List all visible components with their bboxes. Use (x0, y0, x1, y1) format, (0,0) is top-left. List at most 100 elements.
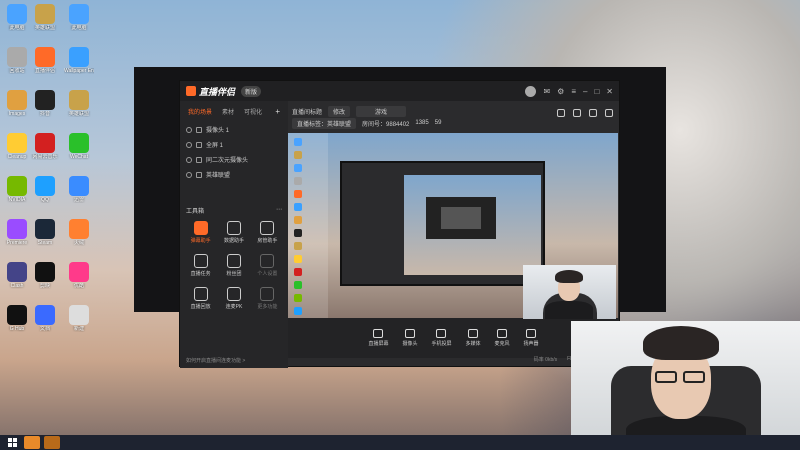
scene-item[interactable]: 同二次元摄像头 (180, 152, 288, 167)
desktop-icon[interactable]: 直播伴侣 (30, 47, 60, 74)
live-tag[interactable]: 直播标签：英雄联盟 (292, 117, 357, 129)
gift-icon[interactable] (557, 109, 565, 117)
like-count: 59 (434, 120, 442, 126)
preview-icon (294, 307, 302, 315)
desktop-icon[interactable]: Premiere (2, 219, 32, 246)
tool-label: 连麦PK (225, 304, 243, 310)
desktop-icon-label: Steam (37, 240, 53, 246)
tab-material[interactable]: 素材 (222, 107, 234, 116)
desktop-icon[interactable]: Steam (30, 219, 60, 246)
eye-icon[interactable] (186, 156, 192, 163)
more-icon[interactable]: ⋯ (276, 206, 282, 215)
settings-icon[interactable]: ⚙ (557, 87, 564, 96)
share-icon[interactable] (605, 109, 613, 117)
source-button[interactable]: 手机投屏 (431, 329, 452, 347)
desktop-icon[interactable]: 火绒 (64, 219, 94, 246)
desktop-icon[interactable]: 剪映 (30, 262, 60, 289)
maximize-icon[interactable]: □ (594, 87, 599, 96)
shop-icon[interactable] (589, 109, 597, 117)
lock-icon[interactable] (196, 126, 202, 133)
desktop-icon-label: 迅雷 (73, 197, 84, 203)
source-button[interactable]: 麦克风 (495, 329, 510, 347)
tool-item[interactable]: 更多功能 (251, 287, 284, 310)
menu-icon[interactable]: ≡ (571, 87, 576, 96)
eye-icon[interactable] (186, 171, 192, 178)
taskbar (0, 435, 800, 450)
desktop-icon[interactable]: Cleanup (2, 133, 32, 160)
desktop-icon[interactable]: Wallpaper Engine (64, 47, 94, 74)
source-button[interactable]: 多媒体 (466, 329, 481, 347)
scene-item[interactable]: 摄像头 1 (180, 122, 288, 137)
app-icon (35, 219, 55, 239)
desktop-icon-label: 文档 (39, 326, 50, 332)
eye-icon[interactable] (186, 141, 192, 148)
tool-item[interactable]: 房管助手 (251, 221, 284, 244)
room-title-label: 直播间标题 (292, 109, 323, 116)
desktop-icon[interactable]: 新建 (64, 305, 94, 332)
desktop-icon[interactable]: G Hub (2, 305, 32, 332)
room-category[interactable]: 游戏 (356, 105, 407, 117)
desktop-icon-label: 剪映 (39, 283, 50, 289)
add-icon[interactable]: + (275, 107, 280, 116)
tool-item[interactable]: 粉丝团 (217, 254, 250, 277)
desktop-icon[interactable]: QQ (30, 176, 60, 203)
taskbar-app-live-companion[interactable] (24, 436, 40, 449)
tool-icon (193, 221, 208, 235)
tool-item[interactable]: 连麦PK (217, 287, 250, 310)
app-icon (69, 133, 89, 153)
source-button[interactable]: 摄像头 (402, 329, 417, 347)
eye-icon[interactable] (186, 126, 192, 133)
tab-visual[interactable]: 可视化 (244, 107, 262, 116)
lock-icon[interactable] (573, 109, 581, 117)
room-title-edit-button[interactable]: 修改 (328, 105, 351, 117)
avatar[interactable] (525, 85, 537, 97)
close-icon[interactable]: ✕ (606, 87, 613, 96)
desktop-icon[interactable]: Images (2, 90, 32, 117)
desktop-icon[interactable]: 此电脑 (2, 4, 32, 31)
tab-scenes[interactable]: 我的场景 (188, 107, 212, 116)
footer-tip[interactable]: 如何开启直播间连麦功能 > (186, 357, 245, 364)
desktop-icon[interactable]: 文档 (30, 305, 60, 332)
tool-item[interactable]: 直播回放 (184, 287, 217, 310)
tool-item[interactable]: 个人设置 (251, 254, 284, 277)
stat-item: 码率 0kb/s (533, 357, 558, 363)
title-bar: 直播伴侣 新版 ✉ ⚙ ≡ – □ ✕ (180, 81, 619, 101)
app-icon (7, 219, 27, 239)
desktop-icon[interactable]: 抖音 (30, 90, 60, 117)
lock-icon[interactable] (196, 156, 202, 163)
scene-item[interactable]: 全屏 1 (180, 137, 288, 152)
top-bar: 直播间标题 修改 游戏 直播标签：英雄联盟 房间号：9884402 1385 5… (288, 101, 619, 133)
tool-item[interactable]: 直播任务 (184, 254, 217, 277)
stats-bar: 码率 0kb/sFPS 25CPU 5% (288, 356, 619, 366)
desktop-icon[interactable]: Clash (2, 262, 32, 289)
tools-title: 工具箱 (186, 209, 205, 215)
tool-label: 粉丝团 (226, 271, 242, 277)
message-icon[interactable]: ✉ (543, 87, 550, 96)
lock-icon[interactable] (196, 141, 202, 148)
taskbar-app-live-companion-2[interactable] (44, 436, 60, 449)
desktop-icon[interactable]: 英雄联盟 (30, 4, 60, 31)
desktop-icon[interactable]: 回收站 (2, 47, 32, 74)
tool-item[interactable]: 数据助手 (217, 221, 250, 244)
version-badge[interactable]: 新版 (241, 85, 262, 97)
source-button[interactable]: 直播屏幕 (368, 329, 388, 347)
desktop-icon[interactable]: NVIDIA (2, 176, 32, 203)
desktop-icon[interactable]: 优酷 (64, 262, 94, 289)
desktop-icon[interactable]: 迅雷 (64, 176, 94, 203)
source-icon (373, 329, 384, 338)
lock-icon[interactable] (196, 171, 202, 178)
app-icon (69, 47, 89, 67)
start-button[interactable] (4, 436, 20, 449)
desktop-icon[interactable]: 英雄联盟 (64, 90, 94, 117)
source-button[interactable]: 扬声器 (524, 329, 539, 347)
scene-label: 全屏 1 (206, 143, 224, 149)
desktop-icon[interactable]: 此电脑 (64, 4, 94, 31)
desktop-icon[interactable]: WeChat (64, 133, 94, 160)
minimize-icon[interactable]: – (583, 87, 587, 96)
tool-item[interactable]: 弹幕助手 (184, 221, 217, 244)
source-label: 直播屏幕 (368, 341, 389, 347)
scene-item[interactable]: 英雄联盟 (180, 167, 288, 182)
scene-label: 同二次元摄像头 (206, 158, 249, 164)
desktop-icon[interactable]: 网易云音乐 (30, 133, 60, 160)
nested-preview (340, 161, 545, 286)
